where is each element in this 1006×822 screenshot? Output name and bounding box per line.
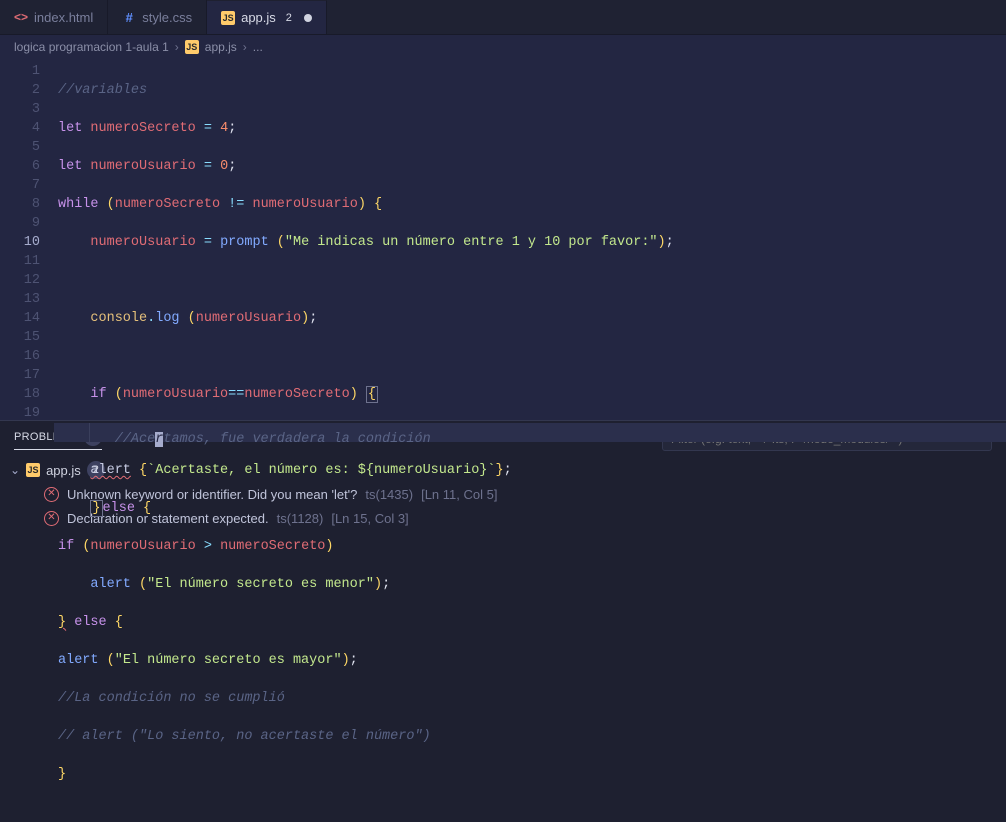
js-icon: JS [221,11,235,25]
tab-label: index.html [34,10,93,25]
js-icon: JS [185,40,199,54]
dirty-indicator-icon [304,14,312,22]
chevron-down-icon: ⌄ [10,463,20,477]
code-area[interactable]: //variables let numeroSecreto = 4; let n… [58,59,1006,420]
tab-style-css[interactable]: # style.css [108,0,207,34]
chevron-right-icon: › [243,40,247,54]
tab-index-html[interactable]: <> index.html [0,0,108,34]
code-editor[interactable]: 12345 6789 10 11121314 1516171819 //vari… [0,59,1006,420]
error-icon: ✕ [44,487,59,502]
js-icon: JS [26,463,40,477]
editor-tabs: <> index.html # style.css JS app.js 2 [0,0,1006,35]
breadcrumb-folder: logica programacion 1-aula 1 [14,40,169,54]
line-number-gutter: 12345 6789 10 11121314 1516171819 [0,59,58,420]
breadcrumb-file: app.js [205,40,237,54]
html-icon: <> [14,10,28,24]
breadcrumb[interactable]: logica programacion 1-aula 1 › JS app.js… [0,35,1006,59]
tab-label: style.css [142,10,192,25]
tab-app-js[interactable]: JS app.js 2 [207,0,327,34]
tab-problem-count: 2 [286,12,292,24]
chevron-right-icon: › [175,40,179,54]
tab-label: app.js [241,10,276,25]
breadcrumb-tail: ... [253,40,263,54]
css-icon: # [122,10,136,24]
error-icon: ✕ [44,511,59,526]
